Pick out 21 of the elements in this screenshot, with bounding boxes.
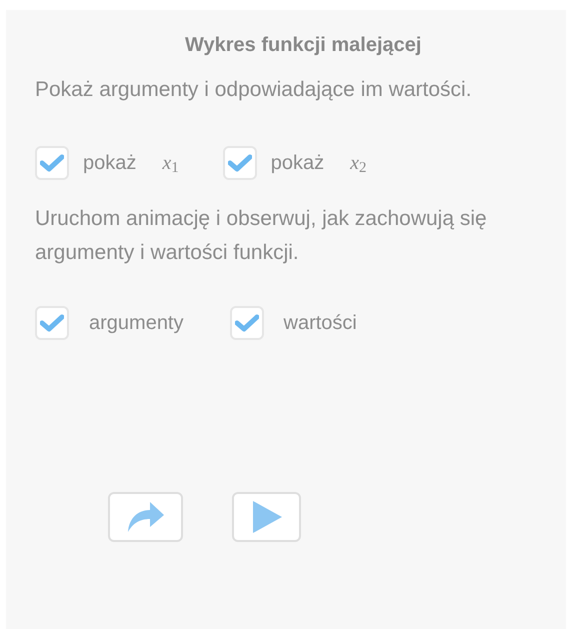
- math-label: x$_{1}$: [162, 150, 179, 178]
- play-icon: [250, 500, 282, 534]
- checkmark-icon: [40, 154, 64, 172]
- checkbox[interactable]: [230, 306, 264, 340]
- instruction-text: Uruchom animację i obserwuj, jak zachowują się argumenty i wartości funkcji.: [35, 206, 488, 266]
- option-label: argumenty: [89, 310, 184, 336]
- panel-title: Wykres funkcji malejącej: [185, 34, 422, 56]
- checkbox[interactable]: [35, 146, 69, 180]
- checkmark-icon: [228, 154, 252, 172]
- checkbox[interactable]: [222, 146, 257, 180]
- option-label: pokaż: [270, 150, 324, 176]
- checkbox[interactable]: [35, 306, 69, 340]
- instruction-text: Pokaż argumenty i odpowiadające im wartości.: [35, 77, 473, 103]
- curved-arrow-icon: [126, 500, 166, 534]
- math-label: x$_{2}$: [350, 150, 367, 178]
- checkmark-icon: [40, 314, 64, 332]
- checkmark-icon: [234, 314, 258, 332]
- option-label: pokaż: [83, 150, 136, 176]
- option-label: wartości: [284, 310, 357, 336]
- redo-button[interactable]: [108, 492, 183, 542]
- play-button[interactable]: [232, 492, 301, 542]
